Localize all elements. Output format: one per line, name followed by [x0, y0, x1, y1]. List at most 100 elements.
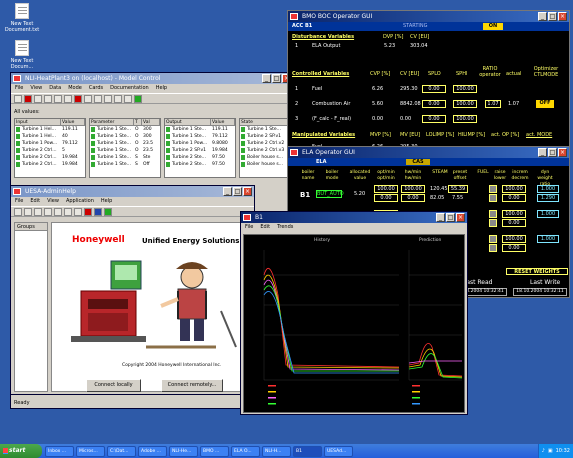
- lock-icon[interactable]: [114, 94, 122, 103]
- minimize-button[interactable]: _: [223, 187, 232, 196]
- sphi-input[interactable]: 100.00: [453, 100, 477, 108]
- ratio-input[interactable]: 1.07: [485, 100, 501, 108]
- pause-icon[interactable]: [54, 94, 62, 103]
- table-row[interactable]: Turbine 1 Hel... 119.11: [15, 126, 85, 133]
- close-button[interactable]: ×: [243, 187, 252, 196]
- decrement-input[interactable]: 0.00: [502, 219, 526, 227]
- table-row[interactable]: Turbine 1 Ste... S Ste: [90, 154, 160, 161]
- table-row[interactable]: Turbine 1 Pow... 9.8080: [165, 140, 235, 147]
- taskbar-item[interactable]: ELA O...: [231, 445, 260, 457]
- minimize-button[interactable]: _: [262, 74, 271, 83]
- increment-input[interactable]: 100.00: [502, 210, 526, 218]
- stop-icon[interactable]: [24, 94, 32, 103]
- menu-file[interactable]: File: [245, 223, 253, 232]
- desktop-icon-text-document-2[interactable]: New Text Docum...: [2, 40, 42, 70]
- menu-file[interactable]: File: [15, 197, 23, 206]
- new-icon[interactable]: [14, 207, 22, 216]
- menu-data[interactable]: Data: [49, 84, 61, 93]
- fast-forward-icon[interactable]: [64, 94, 72, 103]
- play-icon[interactable]: [74, 207, 82, 216]
- table-row[interactable]: Turbine 2 Ctrl... 5: [15, 147, 85, 154]
- connect-locally-button[interactable]: Connect locally: [86, 379, 141, 392]
- taskbar-item[interactable]: B1: [293, 445, 322, 457]
- ratio-input[interactable]: 1.290: [537, 194, 559, 202]
- window-titlebar[interactable]: NLI-HeatPlant3 on (localhost) - Model Co…: [11, 73, 293, 84]
- menu-file[interactable]: File: [15, 84, 23, 93]
- network-icon[interactable]: ▣: [548, 448, 553, 454]
- save-icon[interactable]: [34, 207, 42, 216]
- sphi-input[interactable]: 100.00: [453, 85, 477, 93]
- table-row[interactable]: Turbine 1 Ste... O 300: [90, 133, 160, 140]
- menu-view[interactable]: View: [47, 197, 59, 206]
- taskbar-item[interactable]: NLI-H...: [262, 445, 291, 457]
- table-row[interactable]: Turbine 1 Hel... 40: [15, 133, 85, 140]
- increment-input[interactable]: 100.00: [502, 235, 526, 243]
- play-icon[interactable]: [34, 94, 42, 103]
- table-row[interactable]: Turbine 2 SP.v1 19.984: [165, 147, 235, 154]
- state-grid[interactable]: State Turbine 1 Ste... Turbine 2 SP.v1 Tur…: [239, 118, 292, 178]
- decrement-input[interactable]: 0.00: [502, 244, 526, 252]
- boiler-mode-button[interactable]: BUT_AUTO: [316, 190, 344, 198]
- input-grid[interactable]: Input Value Turbine 1 Hel... 119.11 Turbine…: [14, 118, 86, 178]
- table-row[interactable]: Turbine 2 Ste... 97.50: [165, 161, 235, 168]
- table-row[interactable]: Turbine 1 Ste... O 23.5: [90, 147, 160, 154]
- table-row[interactable]: Turbine 1 Ste... S Off: [90, 161, 160, 168]
- sphi-input[interactable]: 100.00: [453, 115, 477, 123]
- taskbar-item[interactable]: NLI-He...: [169, 445, 198, 457]
- raise-button[interactable]: [489, 210, 497, 218]
- help-icon[interactable]: [134, 94, 142, 103]
- menu-help[interactable]: Help: [156, 84, 167, 93]
- desktop-icon-text-document[interactable]: New Text Document.txt: [2, 3, 42, 33]
- table-row[interactable]: Turbine 2 Ctrl.v3: [240, 147, 291, 154]
- table-icon[interactable]: [94, 94, 102, 103]
- paste-icon[interactable]: [64, 207, 72, 216]
- start-button[interactable]: start: [0, 444, 42, 458]
- menu-edit[interactable]: Edit: [30, 197, 40, 206]
- raise-button[interactable]: [489, 235, 497, 243]
- maximize-button[interactable]: □: [446, 213, 455, 222]
- window-titlebar[interactable]: B1 _ □ ×: [241, 212, 467, 223]
- grid-icon[interactable]: [84, 94, 92, 103]
- reset-weights-button[interactable]: RESET WEIGHTS: [506, 268, 568, 275]
- taskbar-item[interactable]: UESAd...: [324, 445, 353, 457]
- minimize-button[interactable]: _: [538, 12, 547, 21]
- trend-plot-area[interactable]: History Prediction: [243, 234, 465, 413]
- menu-trends[interactable]: Trends: [277, 223, 293, 232]
- splo-input[interactable]: 0.00: [422, 115, 446, 123]
- table-row[interactable]: Turbine 2 SP.v1: [240, 133, 291, 140]
- minimize-button[interactable]: _: [436, 213, 445, 222]
- menu-application[interactable]: Application: [66, 197, 94, 206]
- menu-help[interactable]: Help: [101, 197, 112, 206]
- dyn-weight-input[interactable]: 1.000: [537, 185, 559, 193]
- dyn-weight-input[interactable]: 1.000: [537, 210, 559, 218]
- close-button[interactable]: ×: [558, 12, 567, 21]
- table-row[interactable]: Turbine 2 Ctrl... 19.984: [15, 161, 85, 168]
- stop-icon[interactable]: [84, 207, 92, 216]
- volume-icon[interactable]: ♪: [542, 448, 545, 454]
- table-row[interactable]: Turbine 1 Ste... 119.11: [165, 126, 235, 133]
- increment-input[interactable]: 100.00: [502, 185, 526, 193]
- table-row[interactable]: Turbine 1 Pow... 79.112: [15, 140, 85, 147]
- window-titlebar[interactable]: UESA-AdminHelp _ □ ×: [11, 186, 254, 197]
- connect-icon[interactable]: [94, 207, 102, 216]
- optimizer-mode-button[interactable]: OFF: [536, 100, 554, 108]
- taskbar-item[interactable]: C:\Dat...: [107, 445, 136, 457]
- preset-input[interactable]: 55.39: [448, 185, 468, 193]
- window-titlebar[interactable]: BMO BOC Operator GUI _ □ ×: [288, 11, 569, 22]
- taskbar-item[interactable]: BMO ...: [200, 445, 229, 457]
- chart-icon[interactable]: [104, 94, 112, 103]
- undo-icon[interactable]: [14, 94, 22, 103]
- opt-max-input[interactable]: 100.00: [374, 185, 398, 193]
- splo-input[interactable]: 0.00: [422, 100, 446, 108]
- taskbar-item[interactable]: Adobe ...: [138, 445, 167, 457]
- table-row[interactable]: Turbine 1 Ste...: [240, 126, 291, 133]
- lower-button[interactable]: [489, 244, 497, 252]
- step-icon[interactable]: [44, 94, 52, 103]
- settings-icon[interactable]: [124, 94, 132, 103]
- hw-min-input[interactable]: 0.00: [401, 194, 425, 202]
- table-row[interactable]: Turbine 2 Ctrl... 19.984: [15, 154, 85, 161]
- maximize-button[interactable]: □: [272, 74, 281, 83]
- decrement-input[interactable]: 0.00: [502, 194, 526, 202]
- maximize-button[interactable]: □: [548, 12, 557, 21]
- lower-button[interactable]: [489, 219, 497, 227]
